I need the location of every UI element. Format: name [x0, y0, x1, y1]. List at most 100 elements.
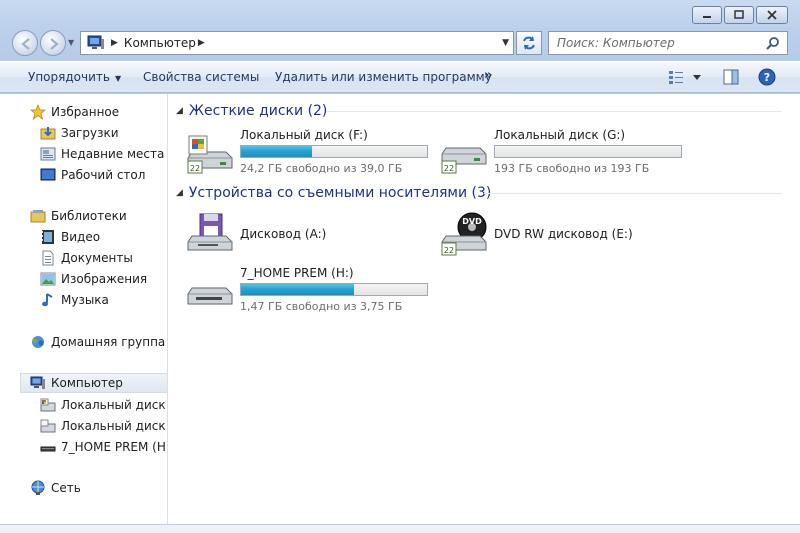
sidebar-item-desktop[interactable]: Рабочий стол — [40, 165, 145, 185]
drive-usage-bar — [240, 283, 428, 296]
sidebar-label: 7_HOME PREM (H:) — [61, 440, 168, 454]
sidebar-item-libraries[interactable]: Библиотеки — [30, 206, 127, 226]
sidebar-item-downloads[interactable]: Загрузки — [40, 123, 119, 143]
group-title: Жесткие диски (2) — [188, 103, 328, 119]
search-icon[interactable] — [765, 36, 781, 52]
sidebar-label: Видео — [61, 230, 101, 244]
back-arrow-icon — [21, 38, 30, 50]
video-icon — [42, 230, 54, 244]
group-divider — [484, 193, 782, 194]
sidebar-label: Домашняя группа — [51, 335, 166, 349]
drive-f[interactable]: 22 Локальный диск (F:) 24,2 ГБ свободно … — [186, 128, 436, 178]
sidebar-item-recent-places[interactable]: Недавние места — [40, 144, 164, 164]
drive-usage-bar — [240, 145, 428, 158]
sidebar-item-images[interactable]: Изображения — [40, 269, 147, 289]
svg-text:?: ? — [764, 71, 770, 84]
maximize-button[interactable] — [724, 6, 754, 24]
svg-text:DVD: DVD — [462, 217, 482, 226]
drive-a[interactable]: Дисковод (A:) — [186, 210, 436, 260]
uninstall-program-button[interactable]: Удалить или изменить программу — [275, 70, 492, 84]
sidebar-item-drive-f[interactable]: Локальный диск (F:) — [40, 395, 167, 415]
recent-pages-dropdown-icon[interactable]: ▼ — [68, 38, 74, 47]
more-commands-button[interactable]: » — [484, 68, 492, 83]
collapse-triangle-icon[interactable]: ◢ — [176, 106, 183, 116]
svg-text:22: 22 — [444, 246, 454, 255]
sidebar-label: Избранное — [51, 105, 120, 119]
view-options-icon — [669, 71, 701, 84]
sidebar-item-drive-h[interactable]: 7_HOME PREM (H:) — [40, 437, 168, 457]
back-button[interactable] — [12, 30, 38, 56]
sidebar-item-favorites[interactable]: Избранное — [30, 102, 119, 122]
drive-free-space: 1,47 ГБ свободно из 3,75 ГБ — [240, 300, 403, 313]
drive-free-space: 193 ГБ свободно из 193 ГБ — [494, 162, 650, 175]
drive-g[interactable]: 22 Локальный диск (G:) 193 ГБ свободно и… — [440, 128, 690, 178]
document-icon — [42, 250, 54, 266]
usb-drive-icon — [40, 446, 56, 452]
collapse-triangle-icon[interactable]: ◢ — [176, 188, 183, 198]
address-dropdown-icon[interactable]: ▼ — [502, 38, 509, 48]
sidebar-label: Библиотеки — [51, 209, 127, 223]
maximize-icon — [734, 10, 744, 19]
minimize-button[interactable] — [692, 6, 722, 24]
sidebar-item-computer[interactable]: Компьютер — [20, 373, 167, 393]
preview-pane-button[interactable] — [722, 68, 740, 89]
system-disk-icon: 22 — [187, 135, 233, 174]
computer-icon — [30, 376, 45, 389]
downloads-folder-icon — [40, 127, 56, 140]
sidebar-item-homegroup[interactable]: Домашняя группа — [30, 332, 165, 352]
search-box[interactable] — [548, 31, 788, 55]
drive-h[interactable]: 7_HOME PREM (H:) 1,47 ГБ свободно из 3,7… — [186, 266, 436, 316]
group-header-hard-disks[interactable]: ◢ Жесткие диски (2) — [176, 101, 786, 121]
change-view-button[interactable] — [668, 68, 704, 89]
address-bar[interactable]: ▶ Компьютер ▶ ▼ — [80, 31, 514, 55]
drive-name: Локальный диск (F:) — [240, 128, 368, 142]
search-input[interactable] — [557, 36, 757, 50]
sidebar-item-video[interactable]: Видео — [40, 227, 100, 247]
system-properties-button[interactable]: Свойства системы — [143, 70, 259, 84]
preview-pane-icon — [723, 69, 739, 85]
file-list[interactable]: ◢ Жесткие диски (2) 22 Локальный диск (F… — [170, 94, 792, 524]
breadcrumb-arrow-icon[interactable]: ▶ — [111, 38, 118, 48]
sidebar-label: Локальный диск (F:) — [61, 398, 167, 412]
sidebar-item-music[interactable]: Музыка — [40, 290, 109, 310]
sidebar-label: Документы — [61, 251, 133, 265]
local-disk-icon: 22 — [441, 147, 487, 174]
close-button[interactable] — [756, 6, 788, 24]
organize-button[interactable]: Упорядочить ▼ — [28, 70, 121, 84]
sidebar-label: Компьютер — [51, 376, 123, 390]
drive-e[interactable]: DVD 22 DVD RW дисковод (E:) — [440, 210, 690, 260]
drive-name: Дисковод (A:) — [240, 227, 327, 241]
sidebar-label: Загрузки — [61, 126, 119, 140]
floppy-drive-icon — [187, 213, 233, 251]
sidebar-item-drive-g[interactable]: Локальный диск (G:) — [40, 416, 167, 436]
drive-usage-fill — [241, 284, 355, 295]
explorer-window: ▼ ▶ Компьютер ▶ ▼ Поиск: Компьютер Упоря… — [0, 0, 800, 533]
minimize-icon — [703, 16, 711, 18]
refresh-button[interactable] — [516, 31, 542, 55]
caption-buttons — [692, 6, 788, 24]
help-button[interactable]: ? — [758, 68, 776, 89]
sidebar-label: Локальный диск (G:) — [61, 419, 167, 433]
drive-usage-fill — [241, 146, 312, 157]
homegroup-icon — [32, 336, 44, 348]
refresh-icon — [523, 36, 535, 50]
breadcrumb-arrow-icon[interactable]: ▶ — [198, 38, 205, 48]
sidebar-item-documents[interactable]: Документы — [40, 248, 133, 268]
sidebar-item-network[interactable]: Сеть — [30, 478, 81, 498]
recent-places-icon — [40, 147, 56, 161]
usb-drive-icon — [187, 287, 233, 305]
group-header-removable[interactable]: ◢ Устройства со съемными носителями (3) — [176, 183, 786, 203]
group-title: Устройства со съемными носителями (3) — [188, 185, 492, 201]
sidebar-label: Рабочий стол — [61, 168, 146, 182]
computer-icon — [87, 35, 104, 49]
content-area: Избранное Загрузки Недавние места Рабочи… — [0, 94, 800, 524]
navigation-pane[interactable]: Избранное Загрузки Недавние места Рабочи… — [8, 94, 168, 524]
forward-button[interactable] — [40, 30, 66, 56]
forward-arrow-icon — [50, 38, 59, 50]
command-bar: Упорядочить ▼ Свойства системы Удалить ил… — [0, 61, 800, 93]
help-icon: ? — [758, 68, 776, 86]
breadcrumb-computer[interactable]: Компьютер — [124, 36, 196, 50]
music-note-icon — [42, 293, 53, 307]
svg-text:22: 22 — [190, 164, 200, 173]
star-icon — [30, 104, 46, 120]
